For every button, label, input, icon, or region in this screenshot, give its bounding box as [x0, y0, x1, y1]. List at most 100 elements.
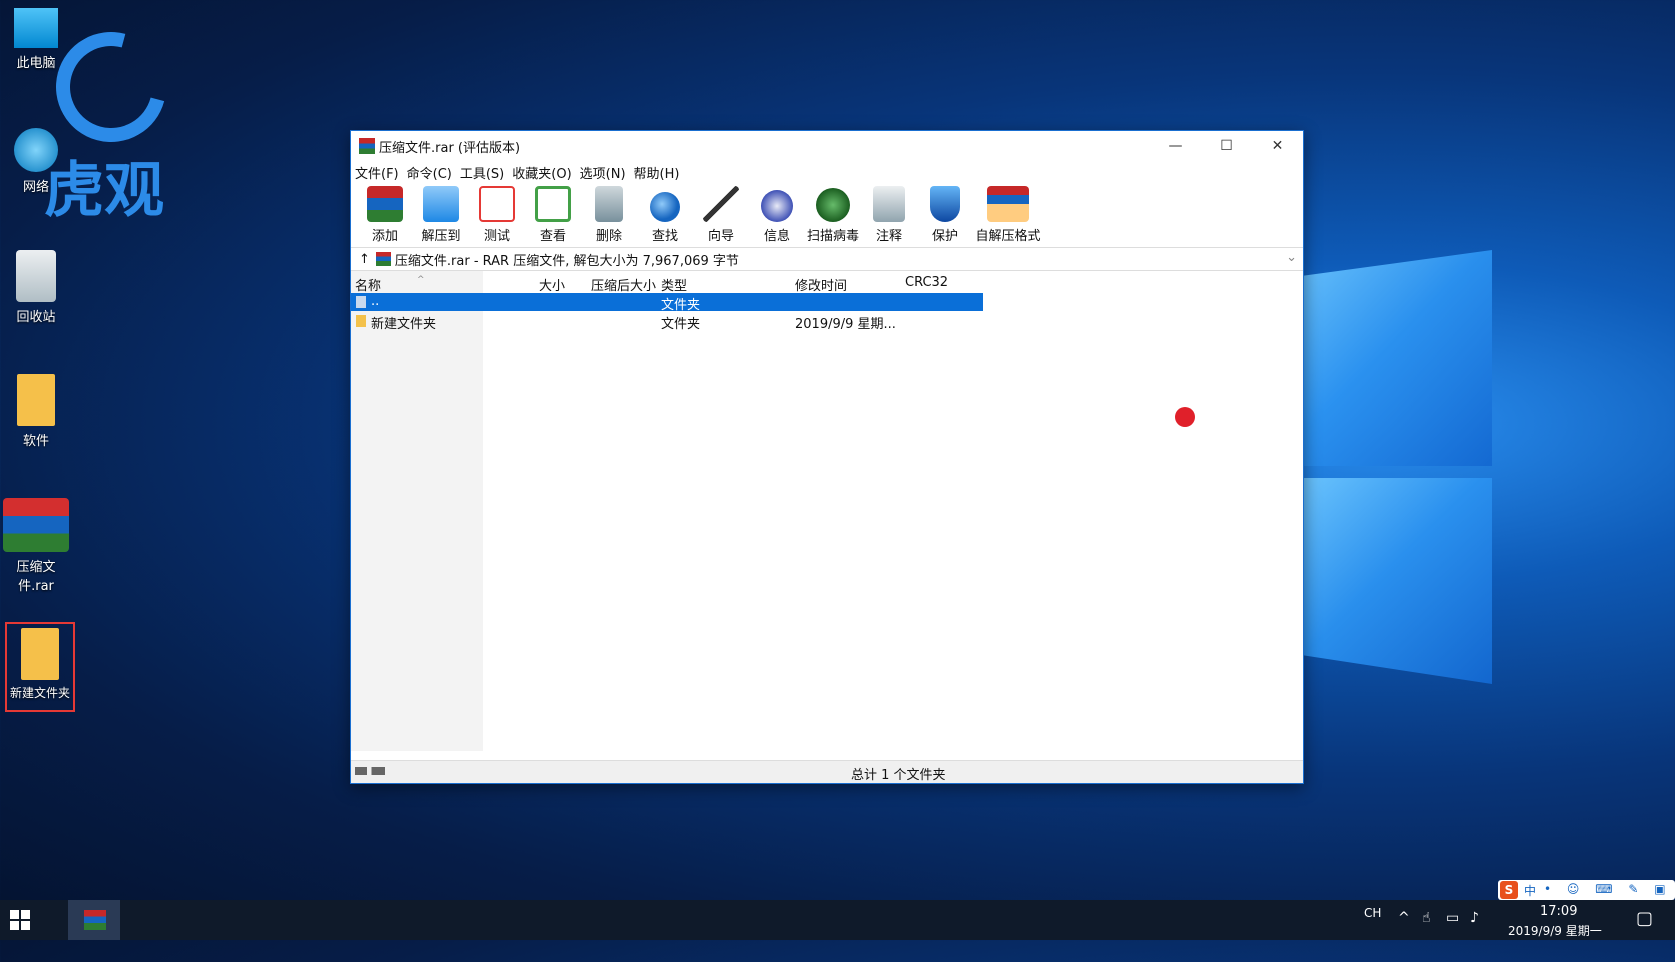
add-archive-icon — [367, 186, 403, 222]
toolbar: 添加 解压到 测试 查看 删除 查找 向导 信息 扫描病毒 注释 保护 自解压格… — [351, 183, 1303, 248]
maximize-button[interactable]: ☐ — [1201, 131, 1252, 161]
tray-chevron-icon[interactable]: ^ — [1398, 910, 1410, 950]
folder-icon — [21, 628, 59, 680]
winrar-app-icon — [359, 138, 375, 154]
ime-tools-icon[interactable]: • ☺ ⌨ ✎ ▣ — [1544, 882, 1672, 896]
table-row[interactable]: 新建文件夹 文件夹 2019/9/9 星期... — [351, 312, 983, 332]
desktop-icon-software[interactable]: 软件 — [0, 374, 72, 449]
virus-scan-icon — [816, 188, 850, 222]
chevron-down-icon[interactable]: ⌄ — [1286, 250, 1297, 265]
wallpaper-logo-pane — [1302, 250, 1492, 466]
folder-icon — [17, 374, 55, 426]
info-icon — [761, 190, 793, 222]
toolbar-extract-button[interactable]: 解压到 — [413, 186, 469, 247]
extract-folder-icon — [423, 186, 459, 222]
drive-key-icon[interactable] — [355, 767, 385, 775]
winrar-window: 压缩文件.rar (评估版本) — ☐ ✕ 文件(F) 命令(C) 工具(S) … — [350, 130, 1304, 784]
desktop-icon-network[interactable]: 网络 — [0, 128, 72, 195]
toolbar-wizard-button[interactable]: 向导 — [693, 186, 749, 247]
desktop-icon-archive[interactable]: 压缩文件.rar — [0, 498, 72, 594]
notification-icon[interactable]: ▢ — [1636, 908, 1653, 948]
shield-icon — [930, 186, 960, 222]
network-icon — [14, 128, 58, 172]
toolbar-find-button[interactable]: 查找 — [637, 192, 693, 247]
column-header: 名称 ^ 大小 压缩后大小 类型 修改时间 CRC32 — [351, 271, 1303, 294]
close-button[interactable]: ✕ — [1252, 131, 1303, 161]
folder-icon — [356, 315, 366, 327]
language-indicator[interactable]: CH — [1364, 906, 1381, 946]
up-arrow-icon[interactable]: ↑ — [359, 252, 370, 267]
toolbar-sfx-button[interactable]: 自解压格式 — [973, 186, 1043, 247]
desktop-icon-this-pc[interactable]: 此电脑 — [0, 8, 72, 71]
toolbar-info-button[interactable]: 信息 — [749, 190, 805, 247]
address-bar[interactable]: ↑ 压缩文件.rar - RAR 压缩文件, 解包大小为 7,967,069 字… — [351, 248, 1303, 271]
toolbar-add-button[interactable]: 添加 — [357, 186, 413, 247]
test-clipboard-icon — [479, 186, 515, 222]
clock-date[interactable]: 2019/9/9 星期一 — [1508, 922, 1602, 962]
name-column-shade — [351, 271, 483, 751]
column-size[interactable]: 大小 — [539, 275, 565, 294]
taskbar-winrar-button[interactable] — [68, 900, 120, 940]
touch-icon[interactable]: ☝ — [1422, 910, 1431, 950]
start-button[interactable] — [10, 910, 30, 930]
row-type: 文件夹 — [661, 317, 701, 332]
network-tray-icon[interactable]: ▭ — [1446, 910, 1459, 950]
table-row[interactable]: .. 文件夹 — [351, 293, 983, 313]
toolbar-label: 向导 — [707, 229, 734, 244]
windows-logo-icon — [10, 910, 19, 919]
title-bar[interactable]: 压缩文件.rar (评估版本) — ☐ ✕ — [351, 131, 1303, 161]
status-bar: 总计 1 个文件夹 — [351, 760, 1303, 783]
menu-file[interactable]: 文件(F) — [355, 163, 399, 182]
toolbar-label: 测试 — [483, 229, 510, 244]
column-name[interactable]: 名称 — [355, 275, 381, 294]
menu-favorites[interactable]: 收藏夹(O) — [512, 163, 571, 182]
row-type: 文件夹 — [661, 298, 701, 313]
toolbar-delete-button[interactable]: 删除 — [581, 186, 637, 247]
menu-tools[interactable]: 工具(S) — [460, 163, 504, 182]
column-packed[interactable]: 压缩后大小 — [591, 275, 656, 294]
ime-mode-label[interactable]: 中 — [1524, 882, 1536, 899]
taskbar: CH ^ ☝ ▭ ♪ 17:09 2019/9/9 星期一 ▢ — [0, 900, 1675, 940]
volume-icon[interactable]: ♪ — [1470, 910, 1479, 950]
desktop-icon-label: 此电脑 — [16, 56, 56, 71]
recycle-bin-icon — [16, 250, 56, 302]
menu-help[interactable]: 帮助(H) — [634, 163, 680, 182]
menu-bar: 文件(F) 命令(C) 工具(S) 收藏夹(O) 选项(N) 帮助(H) — [351, 161, 1303, 183]
toolbar-view-button[interactable]: 查看 — [525, 186, 581, 247]
desktop-icon-label: 软件 — [22, 434, 49, 449]
desktop-icon-new-folder[interactable]: 新建文件夹 — [5, 622, 75, 712]
toolbar-label: 查找 — [651, 229, 678, 244]
row-modified: 2019/9/9 星期... — [795, 317, 896, 332]
desktop-icon-recycle-bin[interactable]: 回收站 — [0, 250, 72, 325]
menu-options[interactable]: 选项(N) — [580, 163, 626, 182]
desktop-icon-label: 新建文件夹 — [9, 686, 70, 700]
row-name: .. — [371, 294, 380, 309]
toolbar-label: 保护 — [931, 229, 958, 244]
toolbar-test-button[interactable]: 测试 — [469, 186, 525, 247]
toolbar-comment-button[interactable]: 注释 — [861, 186, 917, 247]
menu-commands[interactable]: 命令(C) — [407, 163, 452, 182]
minimize-button[interactable]: — — [1150, 131, 1201, 161]
toolbar-label: 注释 — [875, 229, 902, 244]
toolbar-label: 添加 — [371, 229, 398, 244]
sogou-ime-icon[interactable]: S — [1500, 881, 1518, 899]
toolbar-label: 解压到 — [421, 229, 461, 244]
parent-folder-icon — [356, 296, 366, 308]
desktop-icon-label: 网络 — [22, 180, 49, 195]
toolbar-protect-button[interactable]: 保护 — [917, 186, 973, 247]
toolbar-virus-scan-button[interactable]: 扫描病毒 — [805, 188, 861, 247]
desktop-icon-label: 回收站 — [16, 310, 56, 325]
file-list[interactable]: 名称 ^ 大小 压缩后大小 类型 修改时间 CRC32 .. 文件夹 新建文件夹… — [351, 271, 1303, 751]
column-modified[interactable]: 修改时间 — [795, 275, 847, 294]
sort-caret-icon: ^ — [417, 275, 425, 285]
ime-toolbar[interactable]: S 中 • ☺ ⌨ ✎ ▣ — [1498, 880, 1675, 900]
computer-icon — [14, 8, 58, 48]
mouse-cursor-highlight — [1175, 407, 1195, 427]
comment-icon — [873, 186, 905, 222]
sfx-box-icon — [987, 186, 1029, 222]
column-crc[interactable]: CRC32 — [905, 275, 948, 290]
wallpaper-logo-pane — [1302, 478, 1492, 684]
desktop-icon-label: 压缩文件.rar — [16, 560, 56, 594]
trash-icon — [595, 186, 623, 222]
column-type[interactable]: 类型 — [661, 275, 687, 294]
